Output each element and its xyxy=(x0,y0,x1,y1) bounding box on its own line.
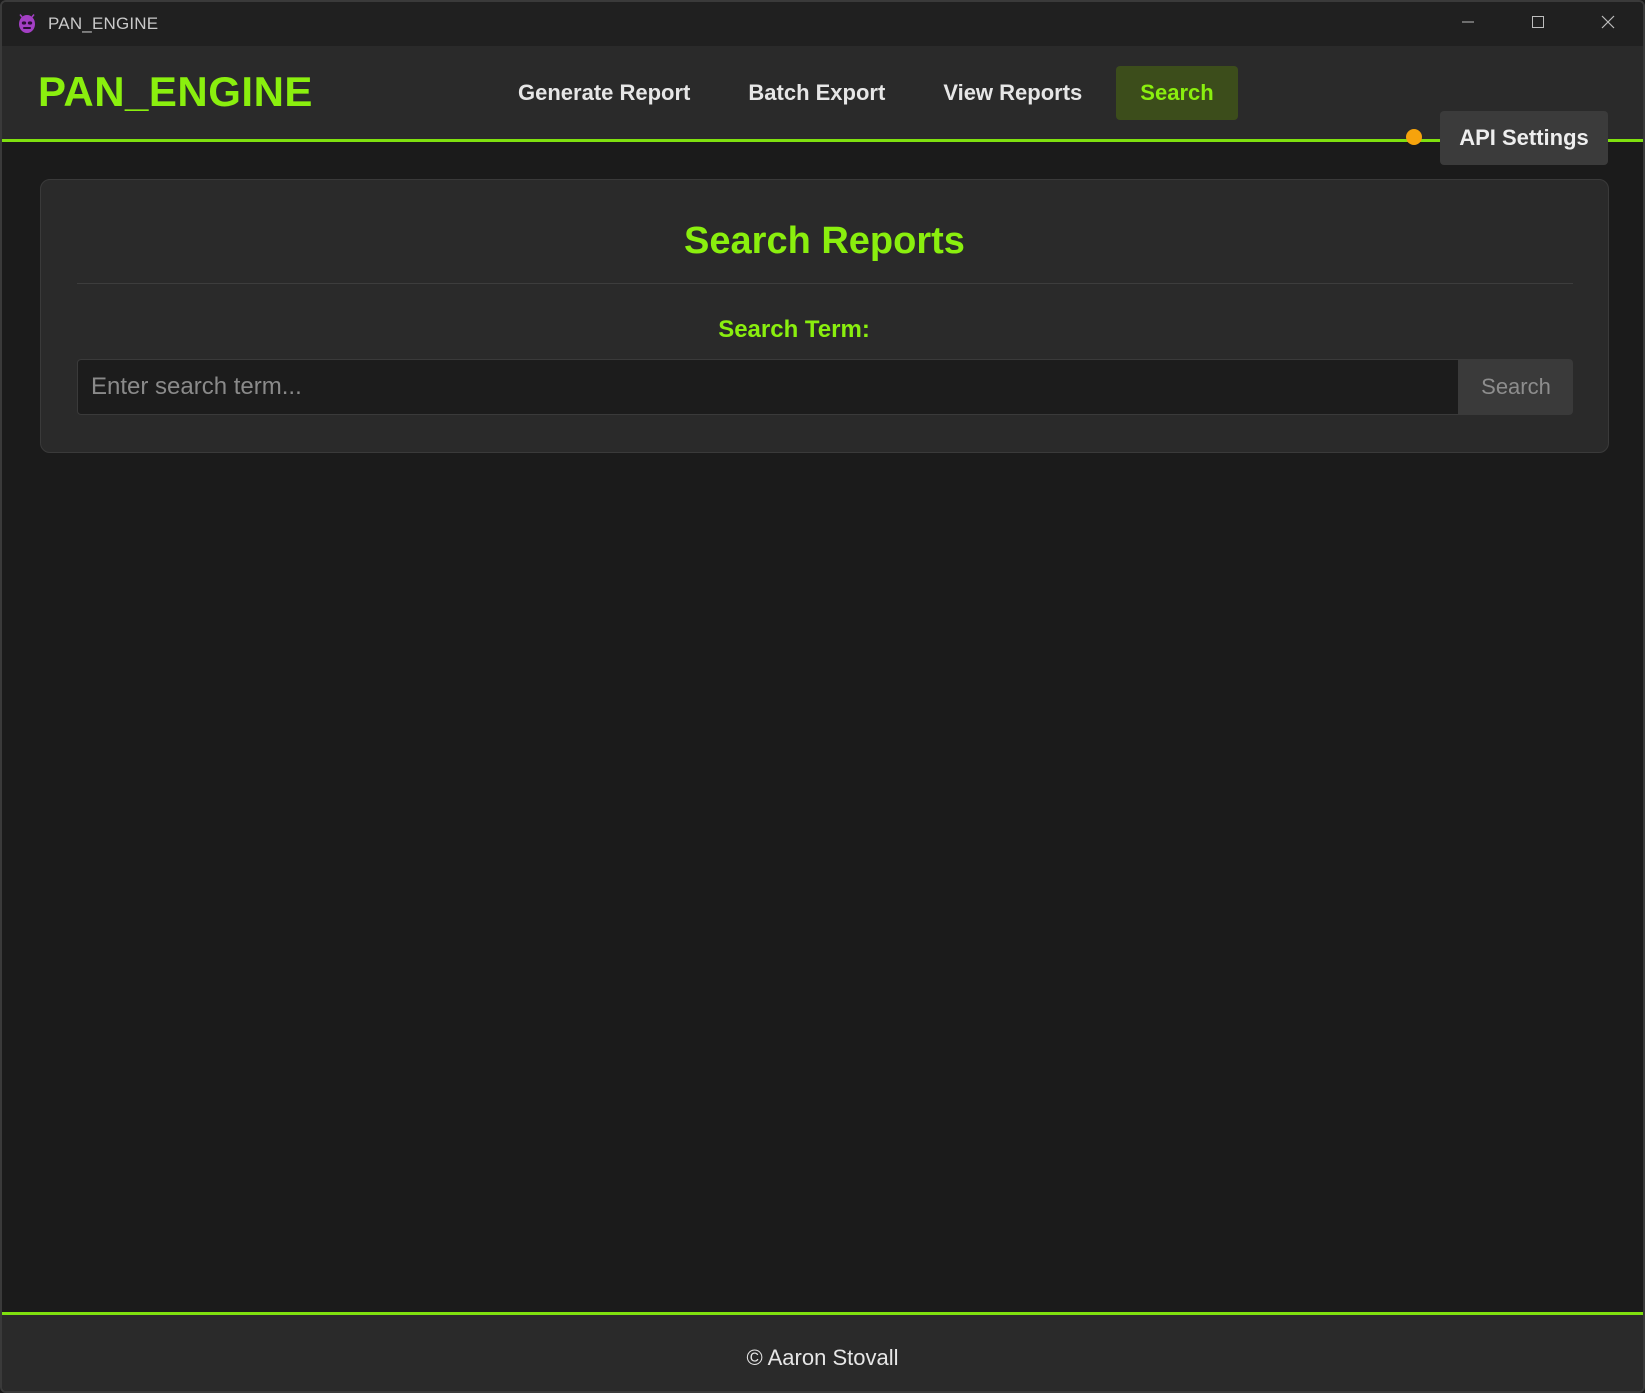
app-header: PAN_ENGINE Generate Report Batch Export … xyxy=(2,46,1643,165)
main-nav: Generate Report Batch Export View Report… xyxy=(494,66,1248,120)
app-footer: © Aaron Stovall xyxy=(2,1312,1643,1391)
title-divider xyxy=(77,283,1573,284)
api-settings-button[interactable]: API Settings xyxy=(1440,111,1608,165)
window-controls xyxy=(1433,2,1643,46)
title-bar: PAN_ENGINE xyxy=(2,2,1643,46)
close-button[interactable] xyxy=(1573,2,1643,46)
maximize-button[interactable] xyxy=(1503,2,1573,46)
alien-icon xyxy=(16,13,38,35)
close-icon xyxy=(1600,14,1616,35)
nav-generate-report[interactable]: Generate Report xyxy=(494,66,714,120)
page-title: Search Reports xyxy=(684,220,965,262)
search-term-label: Search Term: xyxy=(718,316,870,343)
search-input[interactable] xyxy=(77,359,1459,415)
api-status-indicator xyxy=(1406,129,1422,145)
maximize-icon xyxy=(1530,14,1546,35)
search-button[interactable]: Search xyxy=(1459,359,1573,415)
copyright-text: © Aaron Stovall xyxy=(746,1345,899,1370)
nav-batch-export[interactable]: Batch Export xyxy=(724,66,909,120)
minimize-button[interactable] xyxy=(1433,2,1503,46)
minimize-icon xyxy=(1460,14,1476,35)
window-title: PAN_ENGINE xyxy=(48,14,159,33)
search-panel: Search Reports Search Term: Search xyxy=(40,179,1609,453)
nav-view-reports[interactable]: View Reports xyxy=(919,66,1106,120)
app-window: PAN_ENGINE PAN_ENGINE Generate Report Ba… xyxy=(0,0,1645,1393)
app-logo: PAN_ENGINE xyxy=(38,68,313,115)
nav-search[interactable]: Search xyxy=(1116,66,1238,120)
